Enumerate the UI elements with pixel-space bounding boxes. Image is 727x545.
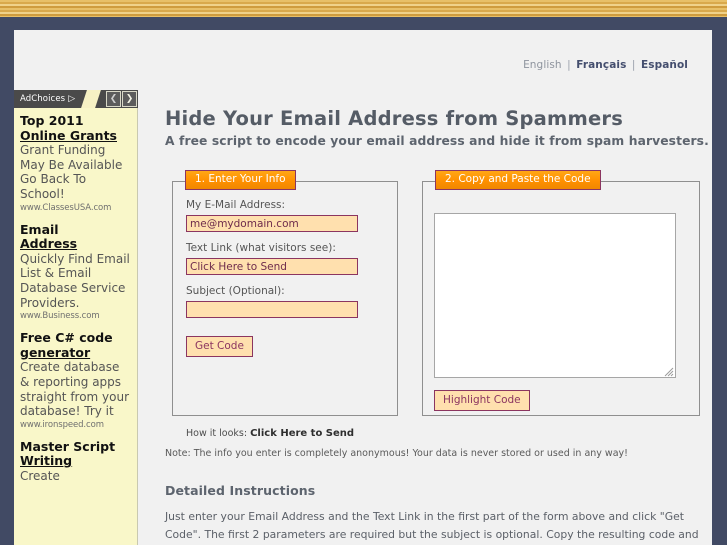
- ad-url[interactable]: www.ironspeed.com: [20, 419, 131, 431]
- how-it-looks-prefix: How it looks:: [186, 428, 248, 439]
- ad-title-line2: Writing: [20, 453, 73, 469]
- lang-current-english[interactable]: English: [523, 59, 562, 71]
- page-content-area: English | Français | Español AdChoices ▷…: [14, 30, 712, 545]
- ad-unit[interactable]: Top 2011 Online Grants Grant Funding May…: [20, 113, 131, 214]
- panel-copy-legend: 2. Copy and Paste the Code: [435, 170, 601, 190]
- language-switcher: English | Français | Español: [523, 59, 688, 71]
- instructions-heading: Detailed Instructions: [165, 483, 316, 498]
- textlink-field[interactable]: [186, 258, 358, 275]
- ad-title-line2: generator: [20, 344, 91, 360]
- email-field-label: My E-Mail Address:: [186, 199, 286, 211]
- ad-unit[interactable]: Free C# code generator Create database &…: [20, 330, 131, 431]
- ad-prev-arrow-icon[interactable]: ❮: [106, 91, 121, 107]
- email-field[interactable]: [186, 215, 358, 232]
- lang-link-francais[interactable]: Français: [576, 59, 626, 71]
- ad-description: Quickly Find Email List & Email Database…: [20, 251, 130, 310]
- lang-separator-1: |: [567, 59, 571, 71]
- adchoices-skew-decoration: [81, 90, 101, 108]
- ad-list: Top 2011 Online Grants Grant Funding May…: [14, 108, 138, 545]
- ad-carousel-nav: ❮ ❯: [106, 91, 137, 107]
- ad-description: Create: [20, 468, 60, 483]
- privacy-note: Note: The info you enter is completely a…: [165, 448, 628, 459]
- lang-link-espanol[interactable]: Español: [641, 59, 688, 71]
- ad-title-line1: Master Script: [20, 438, 116, 454]
- subject-field-label: Subject (Optional):: [186, 285, 285, 297]
- ad-title[interactable]: Top 2011 Online Grants: [20, 113, 131, 143]
- ad-next-arrow-icon[interactable]: ❯: [122, 91, 137, 107]
- textlink-field-label: Text Link (what visitors see):: [186, 242, 336, 254]
- ad-title[interactable]: Master Script Writing: [20, 438, 131, 469]
- instructions-body: Just enter your Email Address and the Te…: [165, 510, 699, 541]
- ad-title-line1: Free C# code: [20, 330, 113, 346]
- subject-field[interactable]: [186, 301, 358, 318]
- ad-title[interactable]: Free C# code generator: [20, 330, 131, 360]
- adchoices-triangle-icon[interactable]: ▷: [68, 94, 75, 104]
- ad-sidebar: AdChoices ▷ ❮ ❯ Top 2011 Online Grants G…: [14, 90, 138, 545]
- ad-unit[interactable]: Email Address Quickly Find Email List & …: [20, 221, 131, 323]
- get-code-button[interactable]: Get Code: [186, 336, 253, 358]
- ad-description: Grant Funding May Be Available Go Back T…: [20, 143, 123, 201]
- how-it-looks-preview: How it looks: Click Here to Send: [186, 428, 354, 439]
- panel-enter-your-info: 1. Enter Your Info My E-Mail Address: Te…: [172, 170, 398, 439]
- ad-title[interactable]: Email Address: [20, 221, 131, 252]
- adchoices-bar: AdChoices ▷ ❮ ❯: [14, 90, 138, 108]
- how-it-looks-link[interactable]: Click Here to Send: [250, 428, 354, 439]
- lang-separator-2: |: [631, 59, 636, 71]
- highlight-code-button[interactable]: Highlight Code: [434, 390, 530, 412]
- page-subtitle: A free script to encode your email addre…: [165, 134, 709, 148]
- ad-title-line1: Email: [20, 221, 59, 237]
- ad-title-line1: Top 2011: [20, 113, 84, 128]
- ad-url[interactable]: www.Business.com: [20, 310, 131, 322]
- panel-enter-legend: 1. Enter Your Info: [185, 170, 296, 190]
- panel-copy-and-paste-the-code: 2. Copy and Paste the Code Highlight Cod…: [422, 170, 700, 416]
- adchoices-label[interactable]: AdChoices: [14, 94, 65, 104]
- ad-description: Create database & reporting apps straigh…: [20, 360, 130, 419]
- ad-title-line2: Address: [20, 236, 78, 252]
- ad-unit[interactable]: Master Script Writing Create: [20, 438, 131, 484]
- generated-code-textarea[interactable]: [434, 213, 676, 378]
- ad-url[interactable]: www.ClassesUSA.com: [20, 202, 131, 214]
- page-title: Hide Your Email Address from Spammers: [165, 107, 624, 130]
- ad-title-line2: Online Grants: [20, 127, 117, 143]
